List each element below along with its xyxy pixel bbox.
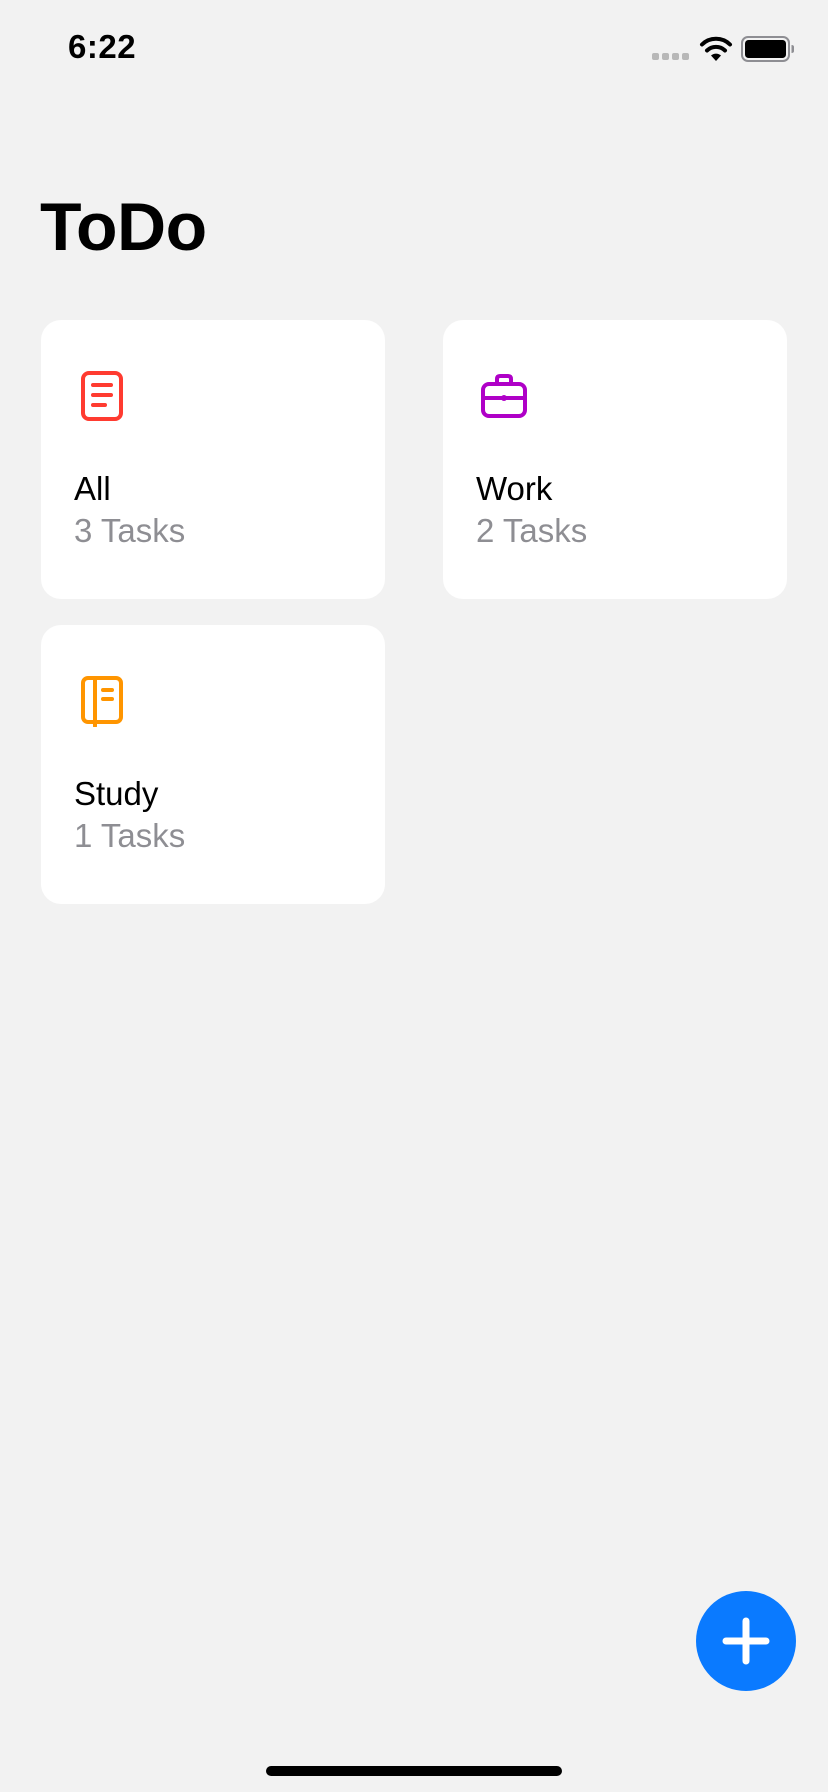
plus-icon xyxy=(722,1617,770,1665)
briefcase-icon xyxy=(481,370,527,422)
category-name: Work xyxy=(476,470,553,507)
category-task-count: 1 Tasks xyxy=(74,817,186,854)
page-title: ToDo xyxy=(40,189,207,265)
category-card-study[interactable]: Study 1 Tasks xyxy=(41,625,385,904)
status-time: 6:22 xyxy=(68,28,137,65)
signal-icon xyxy=(652,53,689,60)
category-name: All xyxy=(74,470,111,507)
category-card-all[interactable]: All 3 Tasks xyxy=(41,320,385,599)
wifi-icon xyxy=(700,36,732,61)
category-task-count: 3 Tasks xyxy=(74,512,186,549)
category-card-work[interactable]: Work 2 Tasks xyxy=(443,320,787,599)
status-bar: 6:22 xyxy=(0,0,828,100)
add-category-button[interactable] xyxy=(696,1591,796,1691)
battery-icon xyxy=(741,36,794,62)
document-icon xyxy=(79,370,125,422)
category-name: Study xyxy=(74,775,159,812)
category-task-count: 2 Tasks xyxy=(476,512,588,549)
notebook-icon xyxy=(79,675,125,727)
home-indicator[interactable] xyxy=(266,1766,562,1776)
